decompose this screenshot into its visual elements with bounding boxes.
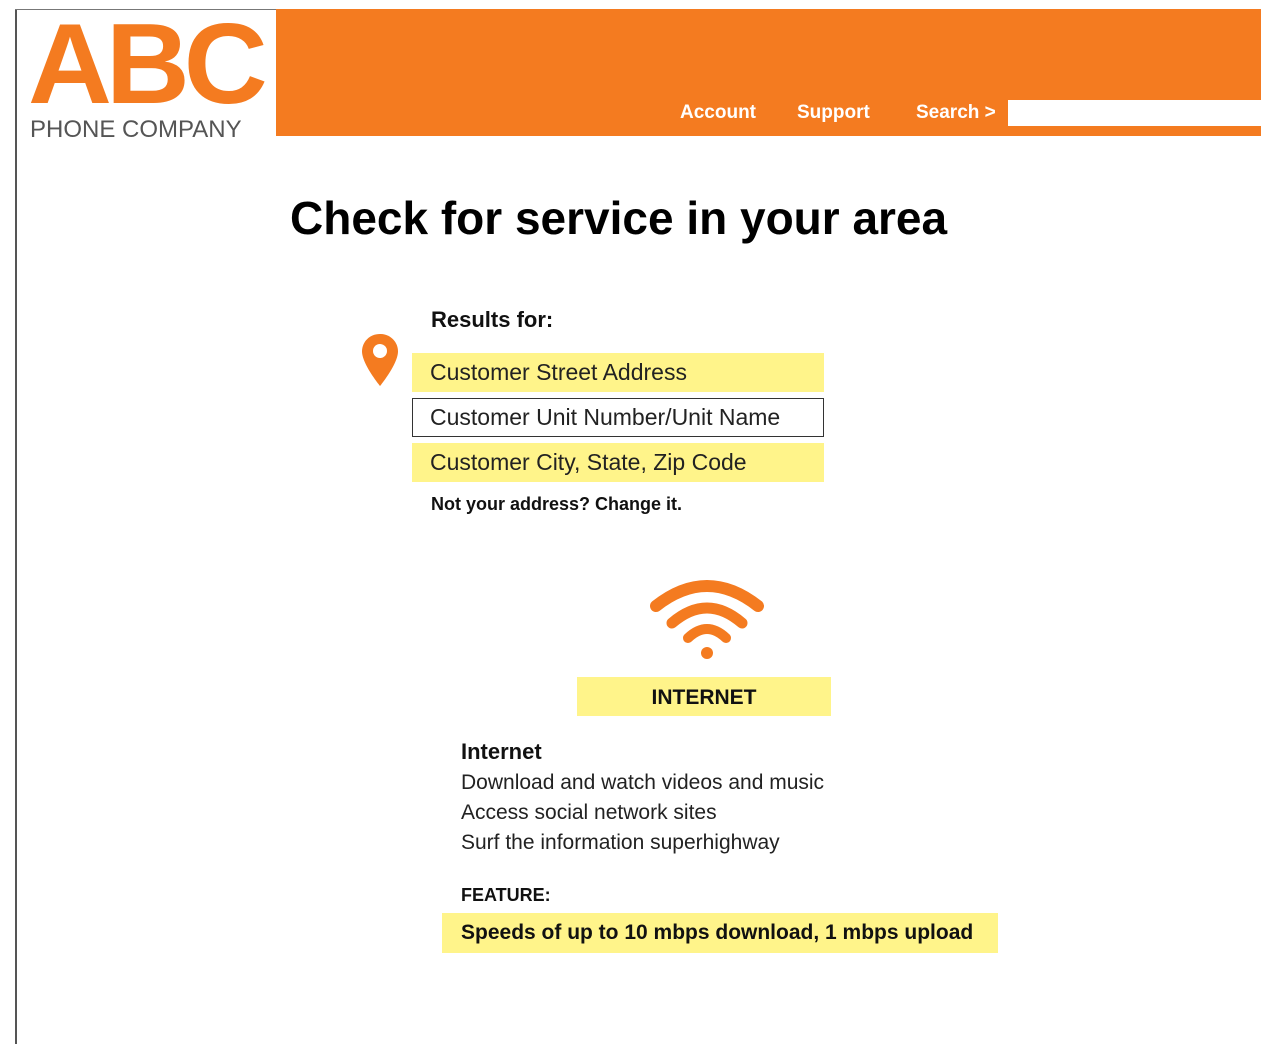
feature-highlight: Speeds of up to 10 mbps download, 1 mbps… — [442, 913, 998, 953]
service-feature-line: Surf the information superhighway — [461, 831, 780, 854]
service-heading: Internet — [461, 739, 542, 764]
logo-wordmark: ABC — [28, 1, 268, 128]
service-feature-line: Access social network sites — [461, 801, 717, 824]
results-label: Results for: — [431, 307, 554, 332]
nav-support-link[interactable]: Support — [797, 102, 870, 126]
map-pin-icon — [362, 334, 398, 386]
page-border-left — [15, 9, 17, 1044]
wifi-icon — [650, 580, 764, 659]
feature-label: FEATURE: — [461, 885, 551, 905]
service-feature-line: Download and watch videos and music — [461, 771, 825, 794]
nav-account-link[interactable]: Account — [680, 102, 756, 126]
page-title: Check for service in your area — [290, 192, 948, 244]
street-address-field: Customer Street Address — [412, 353, 824, 392]
nav-search-label[interactable]: Search > — [916, 102, 996, 126]
city-state-zip-field: Customer City, State, Zip Code — [412, 443, 824, 482]
change-address-link[interactable]: Not your address? Change it. — [431, 490, 682, 518]
logo-subtitle: PHONE COMPANY — [30, 116, 242, 143]
search-input[interactable] — [1008, 100, 1261, 126]
company-logo[interactable]: ABC PHONE COMPANY — [28, 8, 268, 146]
unit-name-field[interactable]: Customer Unit Number/Unit Name — [412, 398, 824, 437]
internet-service-tab[interactable]: INTERNET — [577, 677, 831, 716]
